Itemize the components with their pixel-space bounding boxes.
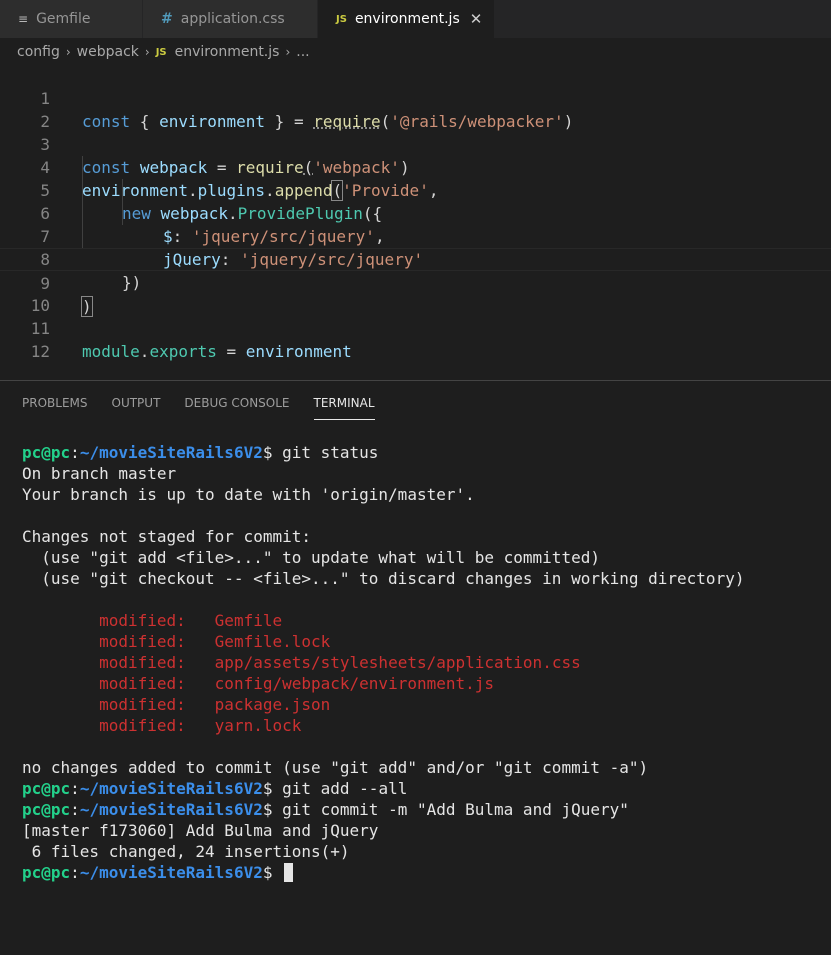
code-editor[interactable]: 1 const { environment } = require('@rail…	[0, 64, 831, 380]
tab-environment-js[interactable]: JS environment.js ✕	[318, 0, 495, 38]
modified-line: modified: Gemfile	[22, 610, 744, 631]
code-line: 1 const { environment } = require('@rail…	[0, 64, 831, 131]
chevron-right-icon: ›	[65, 45, 71, 59]
modified-file: Gemfile	[214, 611, 283, 630]
code-line: 3 const webpack = require('webpack')	[0, 110, 831, 177]
token: =	[216, 342, 246, 361]
terminal-line: pc@pc:~/movieSiteRails6V2$ git commit -m…	[22, 799, 744, 820]
code-line: 8 })	[0, 225, 831, 292]
code-line: 11 module.exports = environment	[0, 294, 831, 361]
modified-label: modified:	[99, 674, 186, 693]
tab-terminal[interactable]: TERMINAL	[313, 395, 375, 420]
modified-file: package.json	[214, 695, 331, 714]
command: git commit -m "Add Bulma and jQuery"	[282, 800, 629, 819]
modified-line: modified: package.json	[22, 694, 744, 715]
prompt-colon: :	[70, 779, 80, 798]
command: git status	[282, 443, 379, 462]
token: .	[139, 342, 150, 361]
token: module	[82, 342, 140, 361]
terminal-line: pc@pc:~/movieSiteRails6V2$	[22, 862, 744, 883]
prompt-dollar: $	[262, 443, 283, 462]
terminal-line: Changes not staged for commit:	[22, 527, 311, 546]
breadcrumb-item-symbols[interactable]: ...	[296, 44, 309, 60]
modified-file: Gemfile.lock	[214, 632, 331, 651]
line-number: 12	[30, 342, 50, 361]
terminal-cursor	[284, 863, 294, 882]
code-line-current: 9 )	[0, 248, 831, 317]
prompt-dollar: $	[262, 800, 283, 819]
tab-problems[interactable]: PROBLEMS	[22, 395, 88, 419]
breadcrumb-item-webpack[interactable]: webpack	[77, 44, 139, 60]
modified-line: modified: Gemfile.lock	[22, 631, 744, 652]
command: git add --all	[282, 779, 408, 798]
modified-file: config/webpack/environment.js	[214, 674, 495, 693]
terminal-line: (use "git checkout -- <file>..." to disc…	[22, 569, 745, 588]
css-hash-icon: #	[161, 11, 173, 27]
panel-tabs: PROBLEMS OUTPUT DEBUG CONSOLE TERMINAL	[22, 395, 399, 420]
terminal-line: no changes added to commit (use "git add…	[22, 758, 649, 777]
close-icon[interactable]: ✕	[470, 10, 483, 28]
js-icon: JS	[336, 13, 347, 25]
code-line: 7 jQuery: 'jquery/src/jquery'	[0, 202, 831, 269]
prompt-colon: :	[70, 443, 80, 462]
prompt-path: ~/movieSiteRails6V2	[79, 443, 263, 462]
file-lines-icon: ≡	[18, 12, 29, 26]
terminal-line: 6 files changed, 24 insertions(+)	[22, 842, 350, 861]
terminal-line: pc@pc:~/movieSiteRails6V2$ git status	[22, 442, 744, 463]
code-line: 2	[0, 87, 831, 131]
modified-line: modified: yarn.lock	[22, 715, 744, 736]
terminal-line: On branch master	[22, 464, 177, 483]
modified-line: modified: app/assets/stylesheets/applica…	[22, 652, 744, 673]
modified-label: modified:	[99, 716, 186, 735]
tab-label: application.css	[180, 11, 285, 27]
prompt-user: pc@pc	[22, 443, 71, 462]
modified-file: app/assets/stylesheets/application.css	[214, 653, 581, 672]
tab-output[interactable]: OUTPUT	[112, 395, 161, 419]
modified-file: yarn.lock	[214, 716, 302, 735]
prompt-path: ~/movieSiteRails6V2	[79, 779, 263, 798]
code-line: 5 new webpack.ProvidePlugin({	[0, 156, 831, 223]
code-line: 4 environment.plugins.append('Provide',	[0, 133, 831, 201]
chevron-right-icon: ›	[144, 45, 150, 59]
modified-label: modified:	[99, 653, 186, 672]
breadcrumb: config › webpack › JS environment.js › .…	[0, 38, 831, 66]
modified-label: modified:	[99, 695, 186, 714]
code-line: 6 $: 'jquery/src/jquery',	[0, 179, 831, 246]
modified-label: modified:	[99, 611, 186, 630]
tab-application-css[interactable]: # application.css	[143, 0, 318, 38]
token: environment	[245, 342, 352, 361]
terminal-output[interactable]: pc@pc:~/movieSiteRails6V2$ git status On …	[22, 442, 744, 883]
prompt-user: pc@pc	[22, 800, 71, 819]
token: exports	[149, 342, 217, 361]
prompt-colon: :	[70, 800, 80, 819]
breadcrumb-item-file[interactable]: environment.js	[175, 44, 280, 60]
prompt-user: pc@pc	[22, 863, 71, 882]
tab-debug-console[interactable]: DEBUG CONSOLE	[184, 395, 289, 419]
js-icon: JS	[155, 46, 167, 58]
modified-line: modified: config/webpack/environment.js	[22, 673, 744, 694]
modified-label: modified:	[99, 632, 186, 651]
prompt-path: ~/movieSiteRails6V2	[79, 863, 263, 882]
terminal-line: (use "git add <file>..." to update what …	[22, 548, 600, 567]
prompt-dollar: $	[262, 779, 283, 798]
code-line: 10	[0, 271, 831, 315]
terminal-line: [master f173060] Add Bulma and jQuery	[22, 821, 379, 840]
prompt-colon: :	[70, 863, 80, 882]
tab-label: Gemfile	[36, 11, 91, 27]
tab-label: environment.js	[354, 11, 460, 27]
prompt-dollar: $	[262, 863, 283, 882]
chevron-right-icon: ›	[285, 45, 291, 59]
breadcrumb-item-config[interactable]: config	[17, 44, 60, 60]
code-line: 12	[0, 317, 831, 361]
bottom-panel: PROBLEMS OUTPUT DEBUG CONSOLE TERMINAL p…	[0, 380, 831, 955]
editor-tab-bar: ≡ Gemfile # application.css JS environme…	[0, 0, 831, 38]
tab-gemfile[interactable]: ≡ Gemfile	[0, 0, 143, 38]
terminal-line: Your branch is up to date with 'origin/m…	[22, 485, 475, 504]
prompt-user: pc@pc	[22, 779, 71, 798]
terminal-line: pc@pc:~/movieSiteRails6V2$ git add --all	[22, 778, 744, 799]
prompt-path: ~/movieSiteRails6V2	[79, 800, 263, 819]
